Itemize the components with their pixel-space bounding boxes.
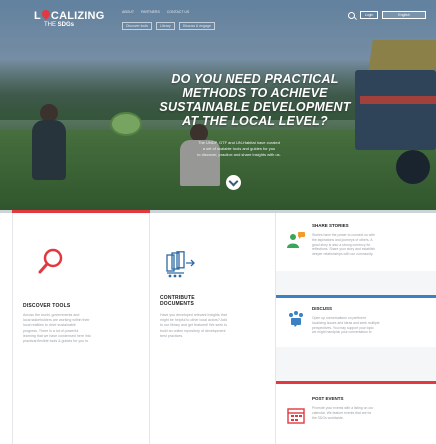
- page: L CALIZING THE SDGs About Partners Contac…: [0, 0, 436, 444]
- login-button[interactable]: Login: [360, 11, 378, 19]
- card-discuss[interactable]: DISCUSS Open up conversations on pertine…: [276, 295, 436, 347]
- card-description: Stories have the power to connect us wit…: [312, 233, 376, 257]
- card-contribute-documents[interactable]: CONTRIBUTE DOCUMENTS Have you developed …: [150, 213, 276, 444]
- card-title: CONTRIBUTE DOCUMENTS: [160, 295, 195, 307]
- scroll-down-chevron-icon[interactable]: [226, 175, 241, 190]
- headline-line: DO YOU NEED PRACTICAL: [171, 72, 339, 86]
- top-navigation: L CALIZING THE SDGs About Partners Contac…: [0, 0, 436, 32]
- search-icon[interactable]: [348, 12, 355, 19]
- nav-item-about[interactable]: About: [122, 10, 134, 14]
- card-share-stories[interactable]: SHARE STORIES Stories have the power to …: [276, 213, 436, 271]
- headline-line: METHODS TO ACHIEVE: [182, 86, 328, 100]
- headline-line: AT THE LOCAL LEVEL?: [182, 114, 328, 128]
- headline-line: SUSTAINABLE DEVELOPMENT: [159, 100, 351, 114]
- hero-tagline: The UNDP, GTF and UN-Habitat have curate…: [164, 140, 314, 158]
- subnav-library[interactable]: Library: [155, 22, 175, 30]
- card-description: Have you developed relevant insights tha…: [160, 313, 228, 338]
- language-selector[interactable]: English: [382, 11, 426, 19]
- discussion-group-icon: [289, 311, 303, 327]
- share-stories-icon: [287, 232, 305, 248]
- magnifier-icon: [38, 248, 63, 274]
- engagement-column: SHARE STORIES Stories have the power to …: [276, 213, 436, 444]
- card-discover-tools[interactable]: DISCOVER TOOLS Across the world, governm…: [12, 213, 150, 444]
- calendar-icon: [287, 408, 305, 424]
- main-nav: About Partners Contact us: [122, 10, 189, 14]
- subnav-discover-tools[interactable]: Discover tools: [122, 22, 152, 30]
- nav-item-partners[interactable]: Partners: [141, 10, 160, 14]
- nav-item-contact[interactable]: Contact us: [167, 10, 189, 14]
- tagline-line: to discover, practice and share insights…: [197, 152, 281, 157]
- card-title: SHARE STORIES: [312, 223, 349, 228]
- site-logo[interactable]: L CALIZING THE SDGs: [34, 8, 114, 30]
- location-pin-icon: [40, 8, 52, 20]
- card-description: Promote your events with a listing on ou…: [312, 406, 374, 420]
- hero-banner: L CALIZING THE SDGs About Partners Contac…: [0, 0, 436, 210]
- spacer: [276, 271, 436, 295]
- hero-headline: DO YOU NEED PRACTICAL METHODS TO ACHIEVE…: [120, 72, 390, 128]
- spacer: [276, 347, 436, 381]
- card-title: DISCOVER TOOLS: [23, 303, 71, 309]
- card-post-events[interactable]: POST EVENTS Promote your events with a l…: [276, 381, 436, 444]
- logo-subtitle: THE SDGs: [44, 22, 75, 28]
- logo-wordmark: L CALIZING: [34, 8, 105, 22]
- document-share-icon: [166, 251, 195, 278]
- card-title: POST EVENTS: [312, 396, 344, 401]
- secondary-nav: Discover tools Library Discuss & engage: [122, 22, 215, 30]
- subnav-discuss-engage[interactable]: Discuss & engage: [178, 22, 215, 30]
- card-description: Across the world, governments and local …: [23, 313, 91, 344]
- card-description: Open up conversations on pertinent local…: [312, 316, 380, 335]
- card-title: DISCUSS: [312, 306, 333, 311]
